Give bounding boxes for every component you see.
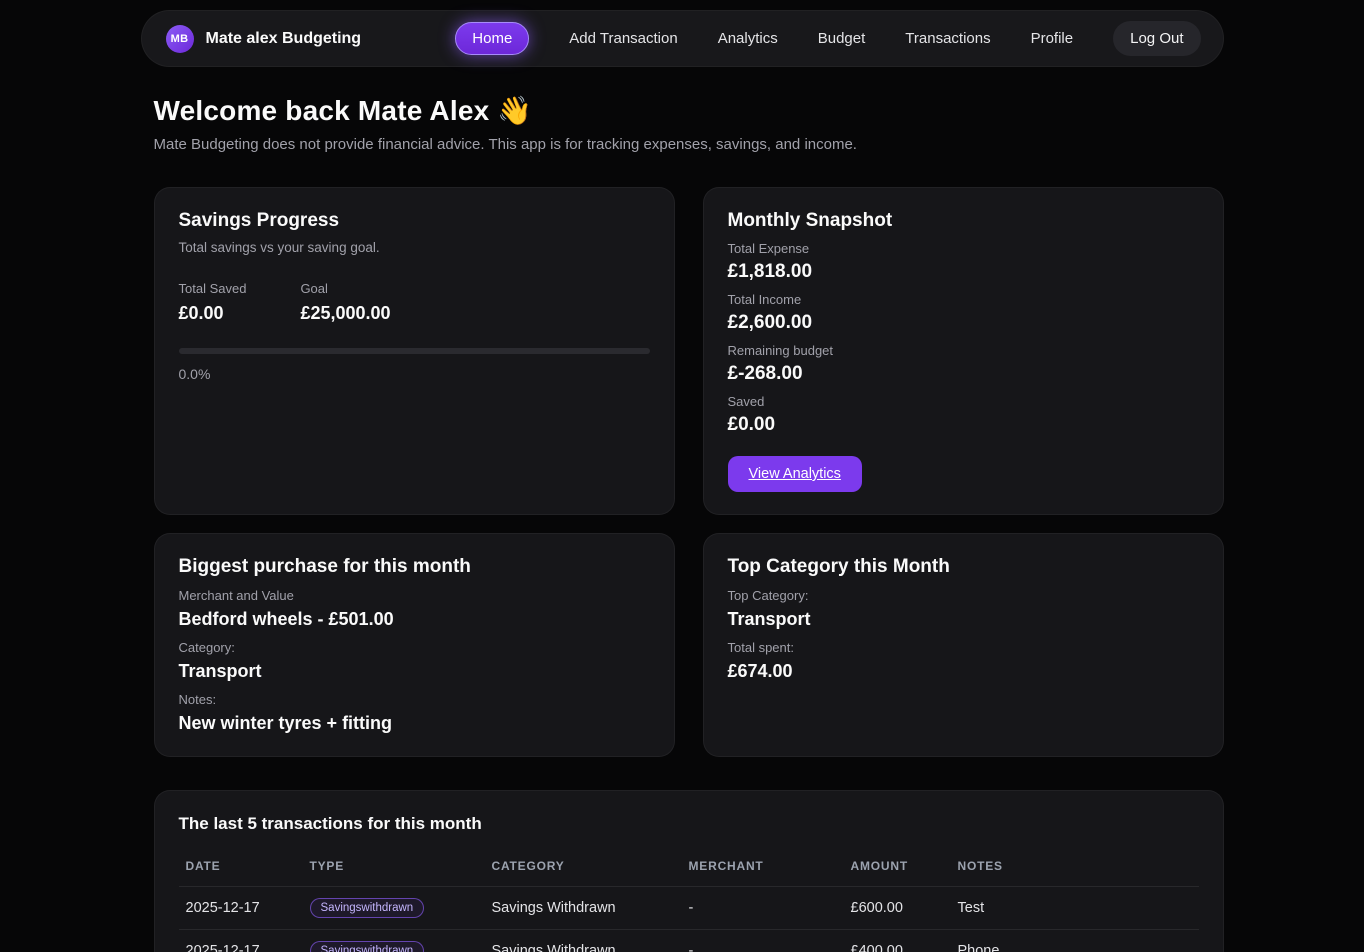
brand-logo-icon: MB	[166, 25, 194, 53]
column-header-merchant: MERCHANT	[682, 859, 844, 873]
total-saved-value: £0.00	[179, 303, 247, 324]
navbar: MB Mate alex Budgeting Home Add Transact…	[141, 10, 1224, 67]
top-category-card: Top Category this Month Top Category: Tr…	[703, 533, 1224, 757]
cell-type: Savingswithdrawn	[303, 898, 485, 918]
biggest-purchase-card: Biggest purchase for this month Merchant…	[154, 533, 675, 757]
top-category-value: Transport	[728, 609, 1199, 630]
nav-links: Home Add Transaction Analytics Budget Tr…	[455, 21, 1200, 56]
total-income-stat: Total Income £2,600.00	[728, 292, 1199, 334]
savings-progress-subtitle: Total savings vs your saving goal.	[179, 240, 650, 255]
cell-category: Savings Withdrawn	[485, 900, 682, 916]
nav-item-analytics[interactable]: Analytics	[718, 30, 778, 47]
nav-item-home[interactable]: Home	[455, 22, 529, 55]
total-income-label: Total Income	[728, 292, 1199, 307]
welcome-section: Welcome back Mate Alex 👋 Mate Budgeting …	[141, 94, 1224, 153]
nav-item-budget[interactable]: Budget	[818, 30, 866, 47]
saved-label: Saved	[728, 394, 1199, 409]
cell-date: 2025-12-17	[179, 943, 303, 952]
column-header-type: TYPE	[303, 859, 485, 873]
cell-amount: £600.00	[844, 900, 951, 916]
saved-value: £0.00	[728, 414, 1199, 436]
nav-item-transactions[interactable]: Transactions	[905, 30, 990, 47]
remaining-budget-label: Remaining budget	[728, 343, 1199, 358]
type-badge: Savingswithdrawn	[310, 941, 425, 952]
total-expense-label: Total Expense	[728, 241, 1199, 256]
column-header-date: DATE	[179, 859, 303, 873]
notes-value: New winter tyres + fitting	[179, 713, 650, 734]
saved-stat: Saved £0.00	[728, 394, 1199, 436]
table-header-row: DATE TYPE CATEGORY MERCHANT AMOUNT NOTES	[179, 851, 1199, 887]
cell-amount: £400.00	[844, 943, 951, 952]
cell-merchant: -	[682, 943, 844, 952]
column-header-amount: AMOUNT	[844, 859, 951, 873]
top-category-title: Top Category this Month	[728, 556, 1199, 578]
top-category-label: Top Category:	[728, 588, 1199, 603]
table-row: 2025-12-17 Savingswithdrawn Savings With…	[179, 930, 1199, 952]
total-saved-label: Total Saved	[179, 281, 247, 296]
cell-date: 2025-12-17	[179, 900, 303, 916]
savings-progress-percent: 0.0%	[179, 366, 650, 382]
savings-progress-card: Savings Progress Total savings vs your s…	[154, 187, 675, 515]
cell-notes: Phone	[951, 943, 1199, 952]
savings-progress-stats: Total Saved £0.00 Goal £25,000.00	[179, 281, 650, 324]
cell-category: Savings Withdrawn	[485, 943, 682, 952]
total-income-value: £2,600.00	[728, 312, 1199, 334]
view-analytics-button[interactable]: View Analytics	[728, 456, 862, 492]
type-badge: Savingswithdrawn	[310, 898, 425, 918]
transactions-card: The last 5 transactions for this month D…	[154, 790, 1224, 952]
cell-notes: Test	[951, 900, 1199, 916]
total-spent-value: £674.00	[728, 661, 1199, 682]
savings-progress-title: Savings Progress	[179, 210, 650, 232]
notes-label: Notes:	[179, 692, 650, 707]
total-expense-stat: Total Expense £1,818.00	[728, 241, 1199, 283]
transactions-table: DATE TYPE CATEGORY MERCHANT AMOUNT NOTES…	[179, 851, 1199, 952]
total-spent-label: Total spent:	[728, 640, 1199, 655]
page-subtitle: Mate Budgeting does not provide financia…	[154, 136, 1224, 153]
remaining-budget-value: £-268.00	[728, 363, 1199, 385]
column-header-notes: NOTES	[951, 859, 1199, 873]
brand[interactable]: MB Mate alex Budgeting	[166, 25, 362, 53]
page: MB Mate alex Budgeting Home Add Transact…	[141, 0, 1224, 952]
column-header-category: CATEGORY	[485, 859, 682, 873]
remaining-budget-stat: Remaining budget £-268.00	[728, 343, 1199, 385]
savings-progress-bar	[179, 348, 650, 354]
category-value: Transport	[179, 661, 650, 682]
cell-merchant: -	[682, 900, 844, 916]
logout-button[interactable]: Log Out	[1113, 21, 1200, 56]
monthly-snapshot-title: Monthly Snapshot	[728, 210, 1199, 232]
goal-stat: Goal £25,000.00	[300, 281, 390, 324]
total-expense-value: £1,818.00	[728, 261, 1199, 283]
nav-item-add-transaction[interactable]: Add Transaction	[569, 30, 677, 47]
transactions-title: The last 5 transactions for this month	[179, 814, 1199, 834]
category-label: Category:	[179, 640, 650, 655]
monthly-snapshot-card: Monthly Snapshot Total Expense £1,818.00…	[703, 187, 1224, 515]
goal-value: £25,000.00	[300, 303, 390, 324]
merchant-value-label: Merchant and Value	[179, 588, 650, 603]
brand-name: Mate alex Budgeting	[206, 30, 362, 48]
total-saved-stat: Total Saved £0.00	[179, 281, 247, 324]
cell-type: Savingswithdrawn	[303, 941, 485, 952]
cards-grid: Savings Progress Total savings vs your s…	[141, 187, 1224, 757]
nav-item-profile[interactable]: Profile	[1031, 30, 1074, 47]
goal-label: Goal	[300, 281, 390, 296]
table-row: 2025-12-17 Savingswithdrawn Savings With…	[179, 887, 1199, 930]
biggest-purchase-title: Biggest purchase for this month	[179, 556, 650, 578]
page-title: Welcome back Mate Alex 👋	[154, 94, 1224, 127]
merchant-value: Bedford wheels - £501.00	[179, 609, 650, 630]
